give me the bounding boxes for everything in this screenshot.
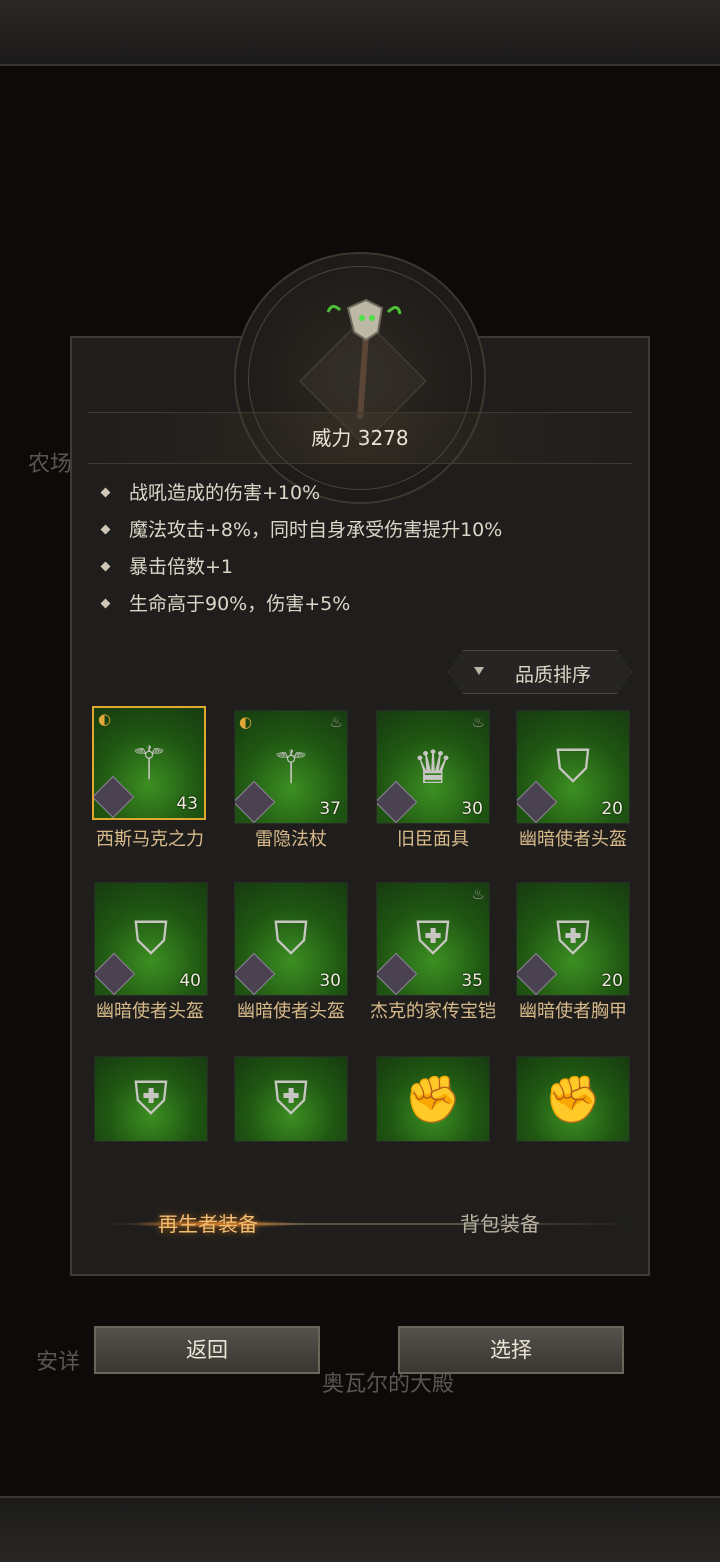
item-name: 西斯马克之力 xyxy=(96,829,204,850)
tab-backpack-equipment[interactable]: 背包装备 xyxy=(460,1208,540,1237)
item-level: 43 xyxy=(176,794,198,814)
item-level: 35 xyxy=(461,971,483,991)
power-rating: 威力 3278 xyxy=(88,412,632,464)
gauntlet-icon: ✊ xyxy=(544,1071,602,1126)
item-name: 旧臣面具 xyxy=(397,829,469,850)
flame-icon: ♨ xyxy=(471,713,485,731)
bullet-icon xyxy=(100,598,111,609)
staff-icon xyxy=(326,298,402,420)
flame-icon: ♨ xyxy=(471,885,485,903)
item-slot[interactable]: ♛ ♨ 30 xyxy=(376,710,490,824)
item-slot[interactable]: ⚚ ◐ 43 xyxy=(92,706,206,820)
item-name: 幽暗使者头盔 xyxy=(519,829,627,850)
rarity-icon: ◐ xyxy=(98,710,112,728)
tab-regenerator-equipment[interactable]: 再生者装备 xyxy=(158,1208,258,1237)
background-label: 安详 xyxy=(36,1350,81,1375)
bullet-icon xyxy=(100,487,111,498)
item-slot[interactable]: ⛉ 30 xyxy=(234,882,348,996)
attribute-list: 战吼造成的伤害+10% 魔法攻击+8%，同时自身承受伤害提升10% 暴击倍数+1… xyxy=(100,474,502,622)
chestplate-icon: ⛨ xyxy=(133,1071,169,1125)
rarity-icon: ◐ xyxy=(239,713,253,731)
chestplate-icon: ⛨ xyxy=(273,1071,309,1125)
flame-icon: ♨ xyxy=(329,713,343,731)
item-slot[interactable]: ⚚ ◐ ♨ 37 xyxy=(234,710,348,824)
item-level: 30 xyxy=(319,971,341,991)
item-slot[interactable]: ⛨ xyxy=(234,1056,348,1142)
attribute-item: 魔法攻击+8%，同时自身承受伤害提升10% xyxy=(100,511,502,548)
item-slot[interactable]: ⛉ 40 xyxy=(94,882,208,996)
bullet-icon xyxy=(100,561,111,572)
attribute-item: 生命高于90%，伤害+5% xyxy=(100,585,502,622)
top-frame xyxy=(0,0,720,66)
item-name: 幽暗使者胸甲 xyxy=(519,1001,627,1022)
item-name: 雷隐法杖 xyxy=(255,829,327,850)
item-level: 40 xyxy=(179,971,201,991)
attribute-item: 战吼造成的伤害+10% xyxy=(100,474,502,511)
item-preview-medallion xyxy=(234,252,486,504)
background-label: 农场 xyxy=(28,452,73,477)
item-slot[interactable]: ✊ xyxy=(516,1056,630,1142)
item-name: 杰克的家传宝铠 xyxy=(370,1001,496,1022)
item-slot[interactable]: ⛨ ♨ 35 xyxy=(376,882,490,996)
gauntlet-icon: ✊ xyxy=(404,1071,462,1126)
select-button[interactable]: 选择 xyxy=(398,1326,624,1374)
dropdown-triangle-icon xyxy=(474,667,484,675)
power-value: 威力 3278 xyxy=(311,426,409,450)
quality-sort-button[interactable]: 品质排序 xyxy=(448,650,632,694)
item-slot[interactable]: ⛉ 20 xyxy=(516,710,630,824)
item-name: 幽暗使者头盔 xyxy=(96,1001,204,1022)
item-slot[interactable]: ✊ xyxy=(376,1056,490,1142)
back-button[interactable]: 返回 xyxy=(94,1326,320,1374)
item-level: 37 xyxy=(319,799,341,819)
bottom-frame xyxy=(0,1496,720,1562)
item-level: 20 xyxy=(601,971,623,991)
attribute-item: 暴击倍数+1 xyxy=(100,548,502,585)
item-level: 20 xyxy=(601,799,623,819)
item-slot[interactable]: ⛨ 20 xyxy=(516,882,630,996)
bullet-icon xyxy=(100,524,111,535)
item-level: 30 xyxy=(461,799,483,819)
item-name: 幽暗使者头盔 xyxy=(237,1001,345,1022)
item-slot[interactable]: ⛨ xyxy=(94,1056,208,1142)
equipment-tabs: 再生者装备 背包装备 xyxy=(96,1204,632,1244)
